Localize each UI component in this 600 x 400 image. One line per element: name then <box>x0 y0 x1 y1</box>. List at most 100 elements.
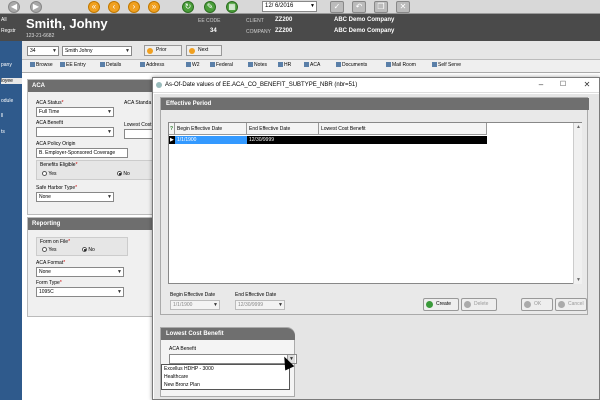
next-icon <box>189 48 195 54</box>
employee-header: Smith, Johny 123-21-6682 EE CODE 34 CLIE… <box>0 14 600 41</box>
delete-record-button[interactable]: ✕ <box>396 1 410 13</box>
policy-origin-select[interactable]: B. Employer-Sponsored Coverage <box>36 148 128 158</box>
begin-date-label: Begin Effective Date <box>170 292 216 298</box>
tools-button[interactable]: ✎ <box>204 1 216 13</box>
employee-ssn: 123-21-6682 <box>26 33 55 39</box>
nav-item-all[interactable]: All <box>1 17 22 23</box>
maximize-button[interactable]: ☐ <box>557 80 569 90</box>
cell-benefit[interactable] <box>319 136 487 144</box>
nav-item-regstr[interactable]: Regstr <box>1 28 22 34</box>
aca-benefit-label: ACA Benefit <box>36 120 63 126</box>
aca-benefit-dialog-select[interactable]: ▼ <box>169 354 297 364</box>
effective-period-title: Effective Period <box>161 98 589 110</box>
cancel-label: Cancel <box>568 301 584 307</box>
nav-item-company[interactable]: pany <box>1 62 22 68</box>
tab-mail-room[interactable]: Mail Room <box>386 62 416 68</box>
form-type-select[interactable]: 1095C ▼ <box>36 287 124 297</box>
scroll-up-icon[interactable]: ▲ <box>576 124 581 130</box>
next-record-button[interactable]: › <box>128 1 140 13</box>
cell-end[interactable]: 12/30/9999 <box>247 136 319 144</box>
lowest-cost-select[interactable] <box>124 129 154 139</box>
create-button[interactable]: Create <box>423 298 459 311</box>
first-record-button[interactable]: « <box>88 1 100 13</box>
as-of-date-field[interactable]: 12/ 6/2016 ▼ <box>262 1 317 12</box>
tab-label: Mail Room <box>392 62 416 68</box>
tab-ee-entry[interactable]: EE Entry <box>60 62 86 68</box>
previous-record-button[interactable]: ‹ <box>108 1 120 13</box>
copy-icon: ❐ <box>377 2 385 11</box>
tab-hr[interactable]: HR <box>278 62 291 68</box>
aca-status-select[interactable]: Full Time ▼ <box>36 107 114 117</box>
aca-benefit-dropdown-list: Excellus HDHP - 3000 Healthcare New Bron… <box>161 364 290 390</box>
tab-browse[interactable]: Browse <box>30 62 53 68</box>
back-button[interactable]: ◀ <box>8 1 20 13</box>
col-header-end[interactable]: End Effective Date <box>247 123 319 135</box>
aca-format-select[interactable]: None ▼ <box>36 267 124 277</box>
aca-status-value: Full Time <box>39 109 60 115</box>
effective-period-grid[interactable]: ? Begin Effective Date End Effective Dat… <box>168 122 582 284</box>
form-on-file-yes[interactable]: Yes <box>42 247 56 253</box>
nav-item-module[interactable]: odule <box>1 98 22 104</box>
tab-details[interactable]: Details <box>100 62 121 68</box>
ee-number-select[interactable]: 34 ▼ <box>27 46 59 56</box>
begin-date-value: 1/1/1900 <box>173 302 193 308</box>
nav-item-payroll[interactable]: ll <box>1 113 22 119</box>
address-icon <box>140 62 145 68</box>
benefits-eligible-no[interactable]: No <box>117 171 130 177</box>
tab-documents[interactable]: Documents <box>336 62 367 68</box>
col-header-begin[interactable]: Begin Effective Date <box>175 123 247 135</box>
cancel-button[interactable]: Cancel <box>555 298 587 311</box>
aca-status-label: ACA Status* <box>36 100 64 106</box>
delete-button[interactable]: Delete <box>461 298 497 311</box>
minimize-button[interactable]: – <box>535 80 547 90</box>
grid-scrollbar[interactable]: ▲ ▼ <box>573 123 582 284</box>
refresh-button[interactable]: ↻ <box>182 1 194 13</box>
scroll-down-icon[interactable]: ▼ <box>576 277 581 283</box>
calendar-button[interactable]: ▦ <box>226 1 238 13</box>
ok-button[interactable]: OK <box>521 298 553 311</box>
radio-icon <box>42 171 47 177</box>
forward-button[interactable]: ▶ <box>30 1 42 13</box>
ee-name-select[interactable]: Smith Johny ▼ <box>62 46 132 56</box>
end-date-field[interactable]: 12/30/9999 ▼ <box>235 300 285 310</box>
benefits-eligible-yes[interactable]: Yes <box>42 171 56 177</box>
undo-icon: ↶ <box>355 2 363 11</box>
last-record-button[interactable]: » <box>148 1 160 13</box>
dropdown-option[interactable]: Healthcare <box>164 374 188 380</box>
documents-icon <box>336 62 341 68</box>
tab-self-serve[interactable]: Self Serve <box>432 62 461 68</box>
next-button[interactable]: Next <box>186 45 222 56</box>
ee-entry-icon <box>60 62 65 68</box>
close-button[interactable]: ✕ <box>581 80 593 90</box>
ee-code-value: 34 <box>210 28 217 34</box>
form-on-file-no[interactable]: No <box>82 247 95 253</box>
first-icon: « <box>91 2 97 11</box>
ee-code-label: EE CODE <box>198 18 221 24</box>
dropdown-option[interactable]: New Bronz Plan <box>164 382 200 388</box>
federal-icon <box>210 62 215 68</box>
chevron-down-icon[interactable]: ▼ <box>310 2 315 11</box>
tab-federal[interactable]: Federal <box>210 62 233 68</box>
commit-button[interactable]: ✓ <box>330 1 344 13</box>
tab-aca[interactable]: ACA <box>304 62 320 68</box>
begin-date-field[interactable]: 1/1/1900 ▼ <box>170 300 220 310</box>
cell-begin[interactable]: 1/1/1900 <box>175 136 247 144</box>
safe-harbor-select[interactable]: None ▼ <box>36 192 114 202</box>
dropdown-option[interactable]: Excellus HDHP - 3000 <box>164 366 214 372</box>
tab-label: Details <box>106 62 122 68</box>
radio-selected-icon <box>117 171 122 177</box>
tab-w2[interactable]: W2 <box>186 62 200 68</box>
prior-button[interactable]: Prior <box>144 45 182 56</box>
col-header-benefit[interactable]: Lowest Cost Benefit <box>319 123 487 135</box>
table-row[interactable]: ▶ 1/1/1900 12/30/9999 <box>169 136 487 144</box>
copy-button[interactable]: ❐ <box>374 1 388 13</box>
company-value: ZZ200 <box>275 28 293 34</box>
tab-notes[interactable]: Notes <box>248 62 267 68</box>
undo-button[interactable]: ↶ <box>352 1 366 13</box>
end-date-label: End Effective Date <box>235 292 277 298</box>
policy-origin-label: ACA Policy Origin <box>36 141 76 147</box>
nav-item-reports[interactable]: ts <box>1 129 22 135</box>
aca-benefit-select[interactable]: ▼ <box>36 127 114 137</box>
nav-item-employee[interactable]: loyee <box>1 78 22 84</box>
tab-address[interactable]: Address <box>140 62 164 68</box>
